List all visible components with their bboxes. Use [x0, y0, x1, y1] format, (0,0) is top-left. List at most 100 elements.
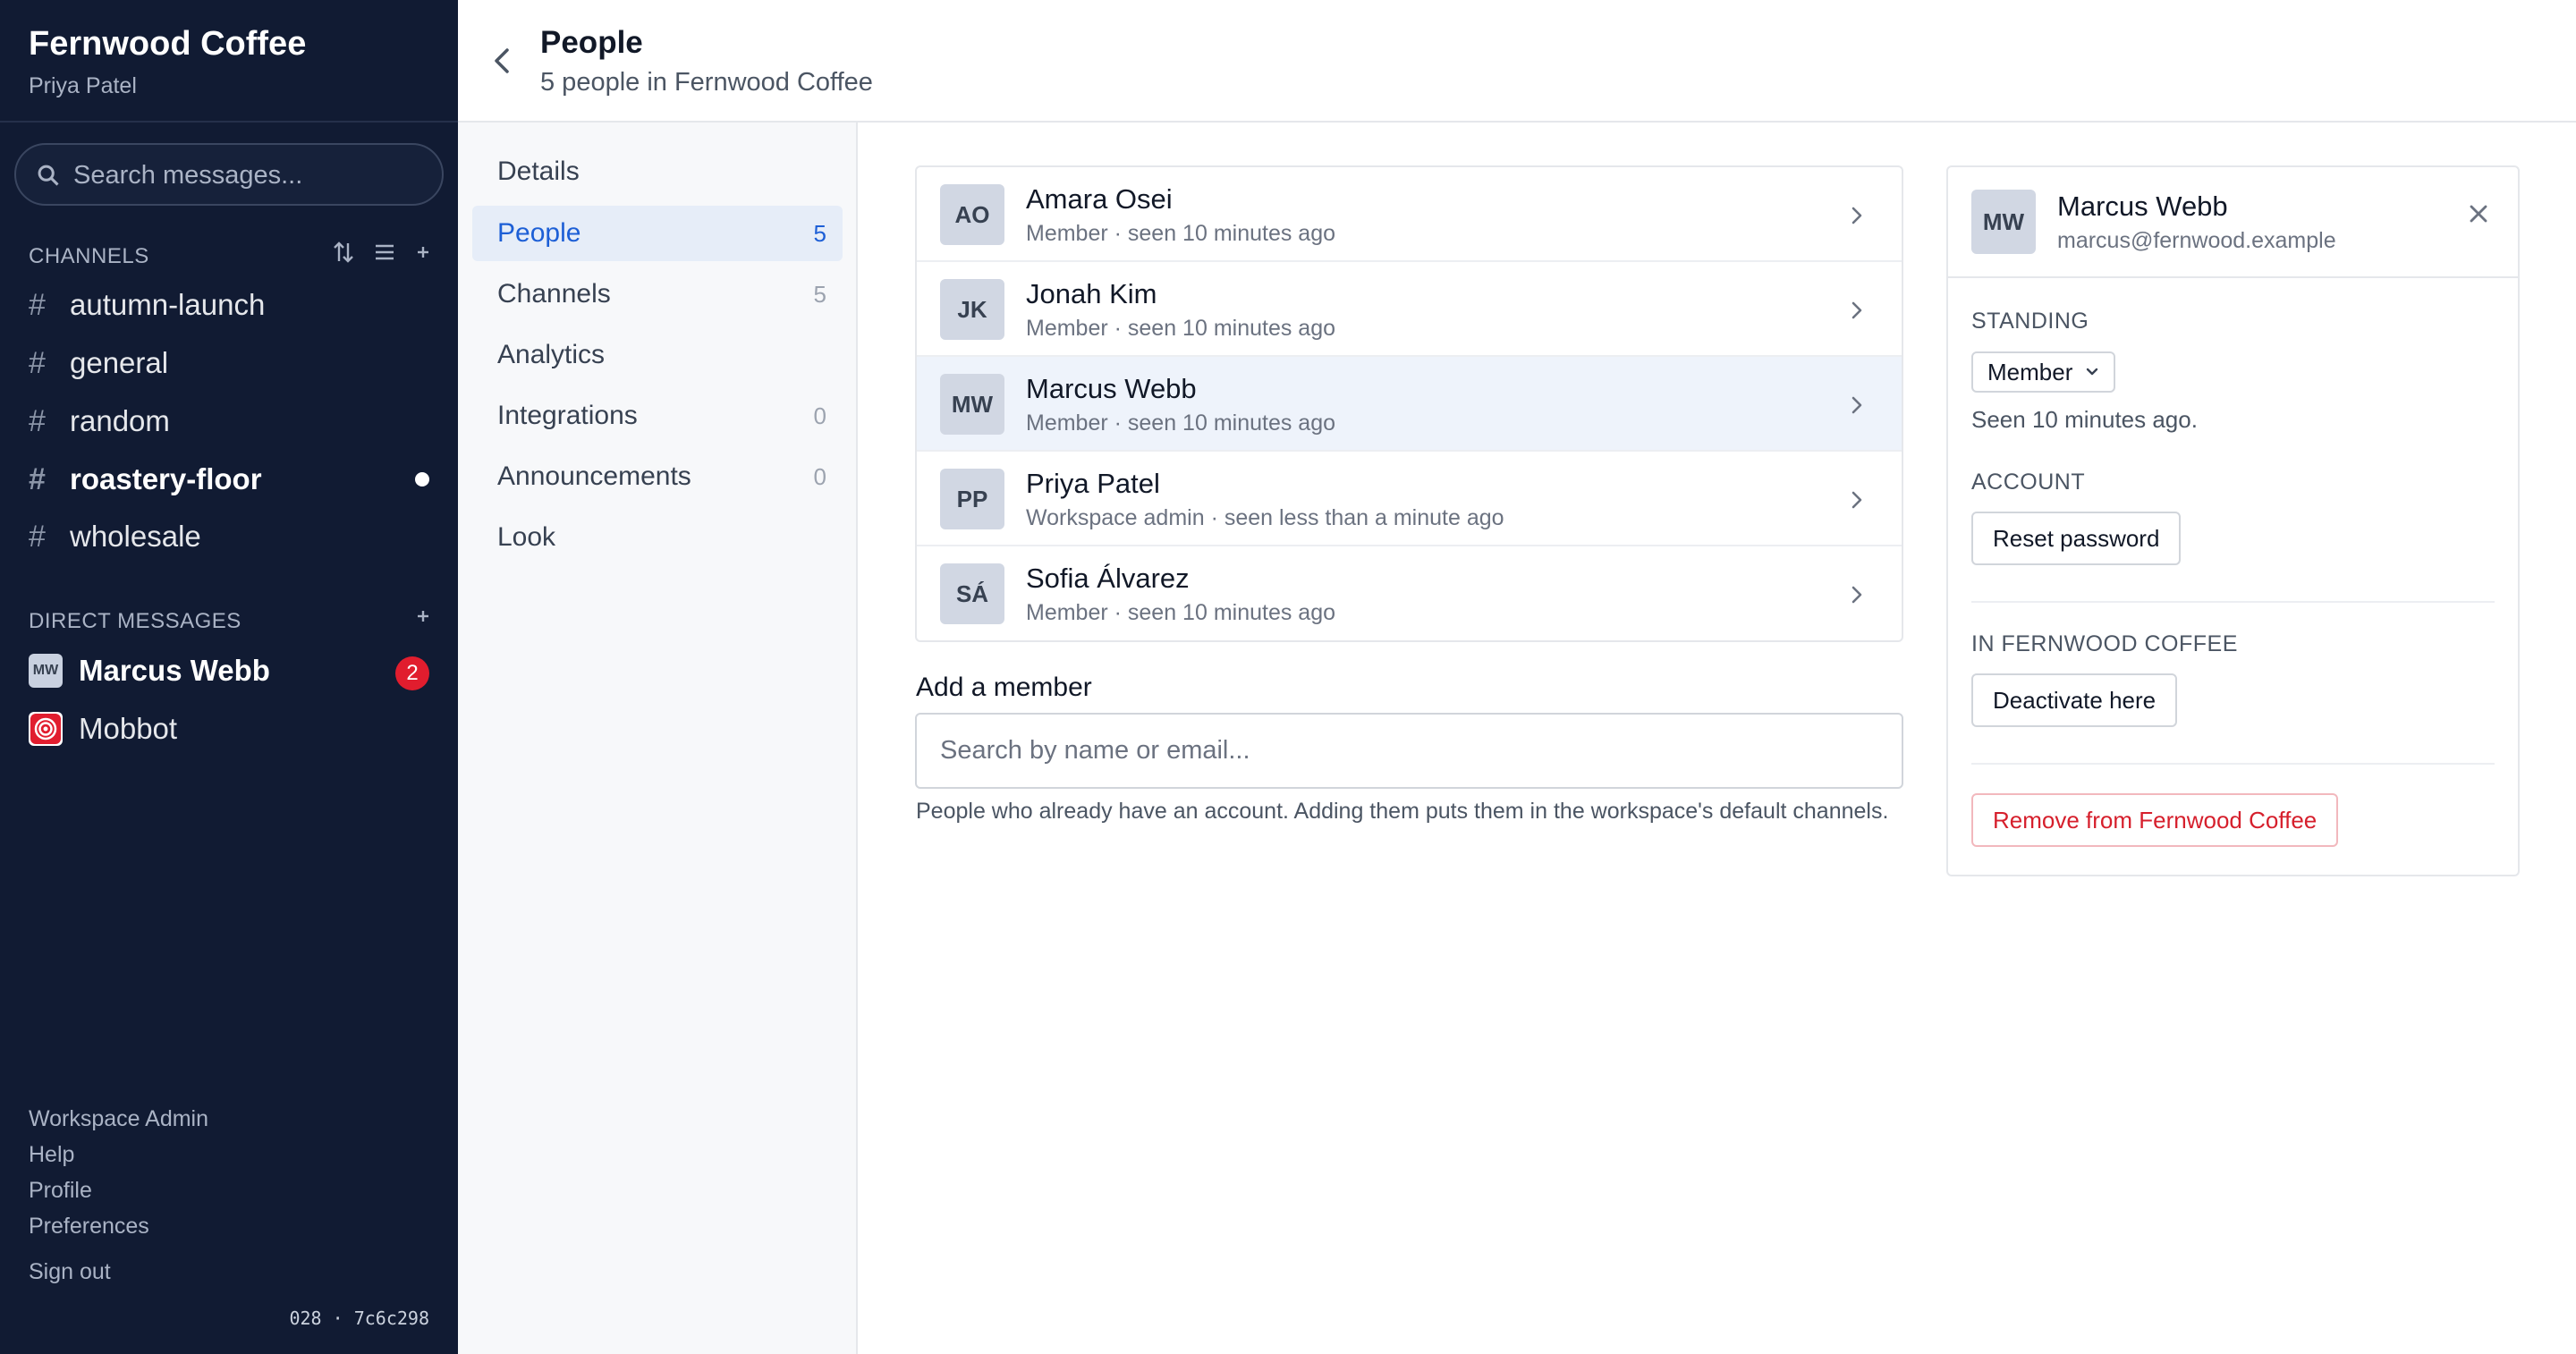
deactivate-button[interactable]: Deactivate here	[1971, 673, 2178, 727]
chevron-right-icon	[1852, 396, 1862, 414]
person-row-sofia-alvarez[interactable]: SÁ Sofia Álvarez Member · seen 10 minute…	[917, 546, 1902, 640]
channel-label: autumn-launch	[70, 288, 266, 321]
dm-mobbot[interactable]: Mobbot	[29, 704, 429, 754]
page-title: People	[540, 25, 643, 60]
channel-tools	[333, 240, 431, 265]
search-input[interactable]	[73, 156, 422, 195]
nav-count: 0	[813, 462, 826, 490]
dm-label: Mobbot	[79, 712, 178, 745]
channel-wholesale[interactable]: # wholesale	[29, 512, 429, 562]
person-meta: Member · seen 10 minutes ago	[1026, 221, 1336, 246]
people-list: AO Amara Osei Member · seen 10 minutes a…	[915, 165, 1903, 642]
remove-member-button[interactable]: Remove from Fernwood Coffee	[1971, 793, 2339, 847]
person-meta: Member · seen 10 minutes ago	[1026, 600, 1336, 625]
dm-label: Marcus Webb	[79, 654, 270, 687]
person-meta: Member · seen 10 minutes ago	[1026, 316, 1336, 341]
avatar: MW	[1971, 190, 2036, 254]
person-meta: Member · seen 10 minutes ago	[1026, 410, 1336, 436]
member-detail-panel: MW Marcus Webb marcus@fernwood.example S…	[1946, 165, 2520, 876]
workspace-admin-link[interactable]: Workspace Admin	[29, 1106, 208, 1132]
channel-autumn-launch[interactable]: # autumn-launch	[29, 280, 429, 330]
hash-icon: #	[29, 519, 46, 554]
reset-password-button[interactable]: Reset password	[1971, 512, 2182, 565]
plus-icon[interactable]	[415, 244, 431, 260]
sort-icon[interactable]	[333, 240, 354, 265]
channel-label: wholesale	[70, 520, 201, 553]
standing-select[interactable]: Member	[1971, 351, 2116, 393]
avatar: PP	[940, 469, 1004, 529]
channels-label: CHANNELS	[29, 244, 149, 268]
person-name: Priya Patel	[1026, 468, 1160, 499]
person-row-jonah-kim[interactable]: JK Jonah Kim Member · seen 10 minutes ag…	[917, 262, 1902, 357]
add-member-input[interactable]	[915, 713, 1903, 789]
sign-out-link[interactable]: Sign out	[29, 1259, 111, 1285]
unread-badge: 2	[395, 656, 429, 690]
nav-label: Details	[497, 157, 580, 186]
sidebar: Fernwood Coffee Priya Patel CHANNELS # a…	[0, 0, 458, 1354]
avatar: AO	[940, 184, 1004, 245]
channel-label: random	[70, 404, 170, 437]
workspace-name: Fernwood Coffee	[29, 25, 307, 63]
nav-details[interactable]: Details	[472, 144, 843, 199]
person-name: Amara Osei	[1026, 183, 1173, 215]
add-member-label: Add a member	[916, 673, 1092, 702]
nav-people[interactable]: People 5	[472, 206, 843, 261]
message-search[interactable]	[14, 143, 444, 206]
nav-analytics[interactable]: Analytics	[472, 327, 843, 383]
nav-channels[interactable]: Channels 5	[472, 267, 843, 322]
nav-count: 5	[813, 280, 826, 308]
nav-label: People	[497, 218, 581, 248]
person-meta: Workspace admin · seen less than a minut…	[1026, 505, 1504, 530]
avatar: JK	[940, 279, 1004, 340]
nav-count: 0	[813, 402, 826, 429]
channel-general[interactable]: # general	[29, 338, 429, 388]
dm-marcus-webb[interactable]: MW Marcus Webb 2	[29, 646, 429, 696]
settings-nav: Details People 5 Channels 5 Analytics In…	[458, 123, 858, 1354]
channel-label: roastery-floor	[70, 462, 262, 495]
hash-icon: #	[29, 345, 46, 380]
avatar: MW	[940, 374, 1004, 435]
nav-label: Integrations	[497, 401, 638, 430]
nav-integrations[interactable]: Integrations 0	[472, 388, 843, 444]
person-name: Marcus Webb	[1026, 373, 1197, 404]
help-link[interactable]: Help	[29, 1142, 74, 1168]
chevron-right-icon	[1852, 207, 1862, 224]
workspace-header[interactable]: Fernwood Coffee Priya Patel	[0, 0, 458, 123]
chevron-right-icon	[1852, 586, 1862, 604]
nav-count: 5	[813, 219, 826, 247]
standing-label: STANDING	[1971, 309, 2089, 334]
list-icon[interactable]	[374, 242, 395, 262]
in-workspace-label: IN FERNWOOD COFFEE	[1971, 631, 2238, 656]
page-header: People 5 people in Fernwood Coffee	[458, 0, 2576, 123]
dm-tools	[415, 608, 431, 624]
close-icon[interactable]	[2464, 199, 2493, 228]
page-subtitle: 5 people in Fernwood Coffee	[540, 68, 873, 97]
chevron-down-icon	[2087, 368, 2098, 376]
person-row-marcus-webb[interactable]: MW Marcus Webb Member · seen 10 minutes …	[917, 357, 1902, 452]
back-chevron-icon[interactable]	[485, 43, 521, 79]
standing-value: Member	[1987, 358, 2073, 385]
unread-dot-icon	[415, 472, 429, 487]
person-row-amara-osei[interactable]: AO Amara Osei Member · seen 10 minutes a…	[917, 167, 1902, 262]
nav-announcements[interactable]: Announcements 0	[472, 449, 843, 504]
bot-target-icon	[29, 712, 63, 746]
avatar: SÁ	[940, 563, 1004, 624]
person-row-priya-patel[interactable]: PP Priya Patel Workspace admin · seen le…	[917, 452, 1902, 546]
nav-look[interactable]: Look	[472, 510, 843, 565]
current-user-name: Priya Patel	[29, 73, 137, 98]
detail-email: marcus@fernwood.example	[2057, 228, 2336, 253]
plus-icon[interactable]	[415, 608, 431, 624]
hash-icon: #	[29, 287, 46, 322]
nav-label: Analytics	[497, 340, 606, 369]
direct-messages-label: DIRECT MESSAGES	[29, 609, 242, 633]
profile-link[interactable]: Profile	[29, 1178, 92, 1204]
account-label: ACCOUNT	[1971, 470, 2086, 495]
channel-roastery-floor[interactable]: # roastery-floor	[29, 454, 429, 504]
add-member-help: People who already have an account. Addi…	[916, 799, 1889, 824]
person-name: Sofia Álvarez	[1026, 563, 1190, 594]
channel-random[interactable]: # random	[29, 396, 429, 446]
divider	[1971, 601, 2495, 603]
preferences-link[interactable]: Preferences	[29, 1214, 149, 1240]
chevron-right-icon	[1852, 491, 1862, 509]
nav-label: Announcements	[497, 461, 691, 491]
